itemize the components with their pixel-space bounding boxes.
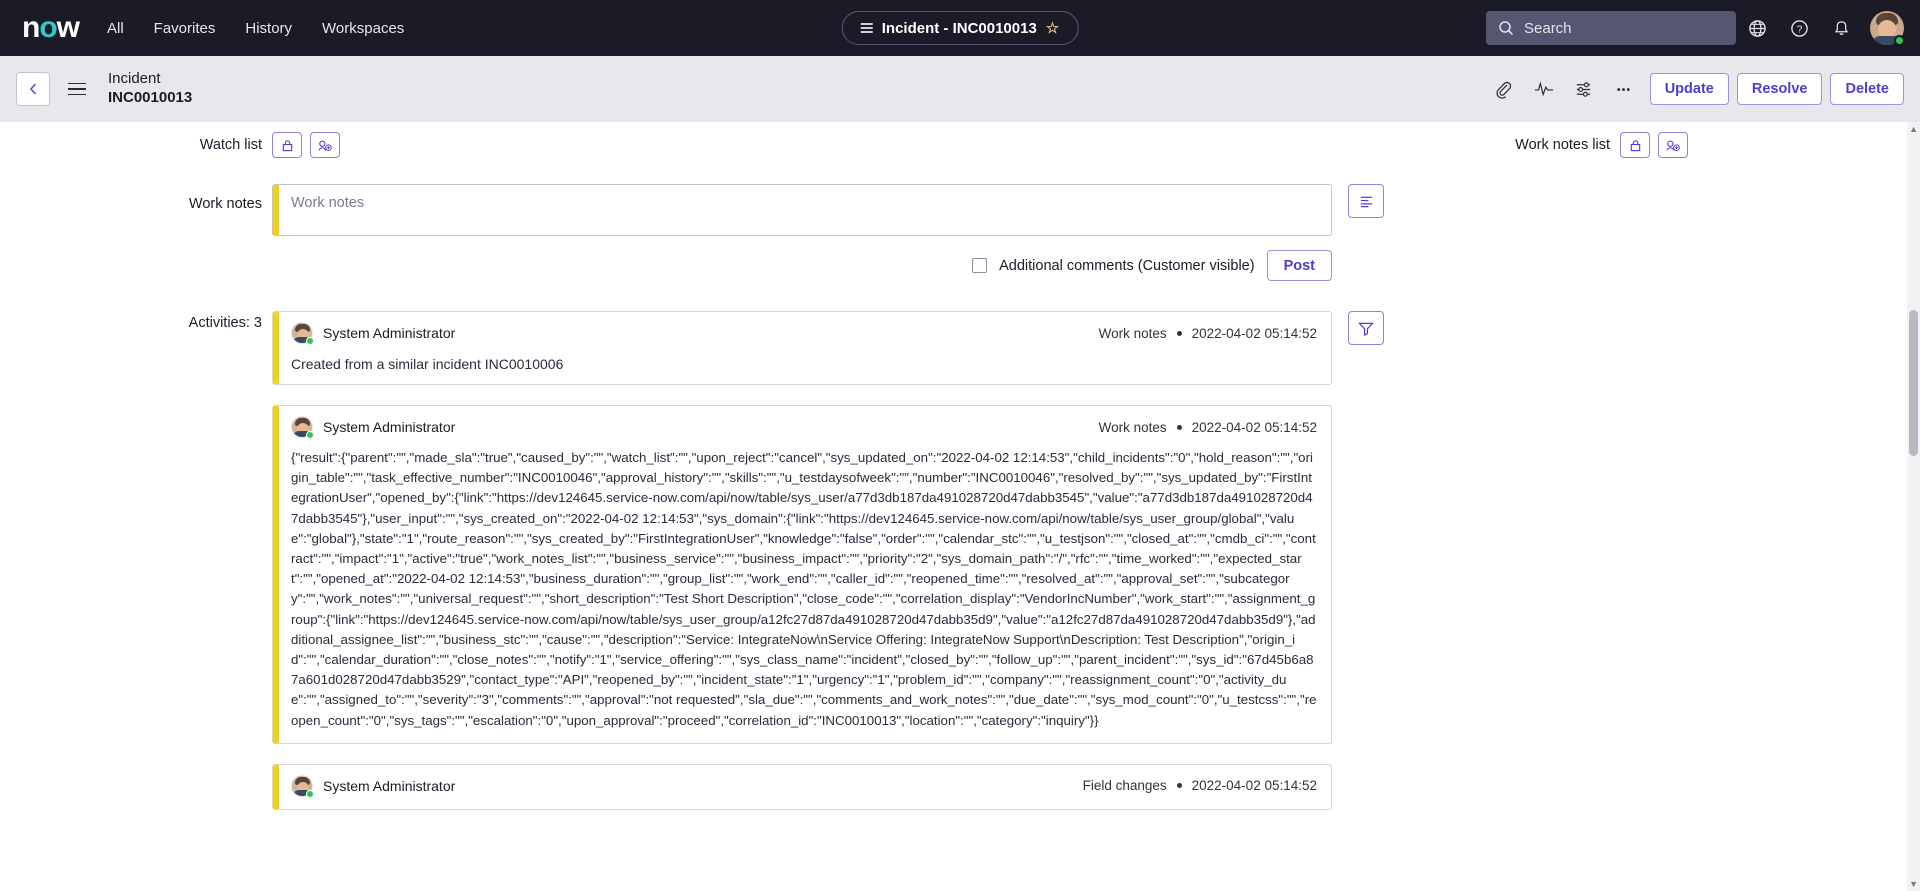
back-button[interactable] bbox=[16, 72, 50, 106]
filter-icon[interactable] bbox=[1348, 311, 1384, 345]
entry-timestamp: 2022-04-02 05:14:52 bbox=[1191, 325, 1317, 341]
online-status-dot bbox=[306, 431, 314, 439]
scroll-down-arrow[interactable]: ▼ bbox=[1909, 879, 1918, 889]
search-input[interactable]: Search bbox=[1524, 20, 1572, 37]
list-icon bbox=[860, 23, 873, 33]
entry-text: Created from a similar incident INC00100… bbox=[291, 356, 564, 372]
hamburger-menu-icon[interactable] bbox=[68, 82, 86, 96]
activity-entry[interactable]: System Administrator Work notes 2022-04-… bbox=[272, 405, 1332, 744]
record-form-content: Watch list Work notes list Work notes Wo… bbox=[0, 122, 1920, 891]
nav-link-favorites[interactable]: Favorites bbox=[154, 20, 216, 37]
entry-user-name: System Administrator bbox=[323, 419, 456, 435]
entry-user-name: System Administrator bbox=[323, 777, 456, 794]
work-notes-label: Work notes bbox=[188, 196, 262, 212]
entry-header: System Administrator Work notes 2022-04-… bbox=[291, 416, 1317, 439]
record-toolbar: Incident INC0010013 Update Resolve Delet… bbox=[0, 56, 1920, 122]
entry-meta: Work notes 2022-04-02 05:14:52 bbox=[1099, 420, 1317, 435]
separator-dot bbox=[1176, 330, 1182, 336]
help-icon[interactable]: ? bbox=[1778, 7, 1820, 49]
work-notes-list-add-user-icon[interactable] bbox=[1658, 132, 1688, 158]
separator-dot bbox=[1176, 783, 1182, 789]
nav-link-history[interactable]: History bbox=[245, 20, 292, 37]
delete-button[interactable]: Delete bbox=[1830, 73, 1904, 105]
activities-count-label: Activities: 3 bbox=[188, 315, 262, 331]
update-button[interactable]: Update bbox=[1649, 73, 1729, 105]
additional-comments-checkbox[interactable] bbox=[972, 258, 988, 273]
work-notes-row: Work notes Work notes bbox=[0, 184, 1920, 236]
entry-timestamp: 2022-04-02 05:14:52 bbox=[1191, 778, 1317, 794]
entry-meta: Field changes 2022-04-02 05:14:52 bbox=[1083, 778, 1317, 793]
nav-link-all[interactable]: All bbox=[107, 20, 124, 37]
entry-user-name: System Administrator bbox=[323, 325, 456, 341]
work-notes-list-buttons bbox=[1620, 132, 1920, 158]
chevron-left-icon bbox=[29, 83, 36, 95]
work-notes-list-label: Work notes list bbox=[1515, 137, 1610, 153]
primary-nav-links: All Favorites History Workspaces bbox=[107, 20, 404, 37]
activity-pulse-icon[interactable] bbox=[1526, 71, 1562, 107]
top-navigation-bar: now All Favorites History Workspaces Inc… bbox=[0, 0, 1920, 56]
entry-body: System Administrator Field changes 2022-… bbox=[279, 765, 1331, 809]
watch-list-lock-icon[interactable] bbox=[272, 132, 302, 158]
servicenow-logo[interactable]: now bbox=[22, 11, 80, 44]
page-title: Incident INC0010013 bbox=[108, 70, 192, 108]
logo-text-o: o bbox=[39, 11, 57, 44]
online-status-dot bbox=[1894, 35, 1905, 46]
notifications-bell-icon[interactable] bbox=[1820, 7, 1862, 49]
separator-dot bbox=[1176, 424, 1182, 430]
entry-avatar bbox=[291, 322, 314, 345]
avatar[interactable] bbox=[1870, 11, 1905, 46]
entry-type: Work notes bbox=[1098, 419, 1167, 435]
entry-type: Work notes bbox=[1098, 325, 1167, 341]
record-title-pill[interactable]: Incident - INC0010013 ☆ bbox=[841, 11, 1079, 45]
watch-list-row: Watch list Work notes list bbox=[0, 122, 1920, 158]
entry-timestamp: 2022-04-02 05:14:52 bbox=[1191, 419, 1317, 435]
activity-entry[interactable]: System Administrator Field changes 2022-… bbox=[272, 763, 1332, 810]
nav-right-cluster: Search ? bbox=[1486, 7, 1905, 49]
globe-icon[interactable] bbox=[1736, 7, 1778, 49]
page-title-line2: INC0010013 bbox=[108, 89, 193, 106]
online-status-dot bbox=[306, 789, 314, 798]
entry-type: Field changes bbox=[1082, 778, 1167, 794]
entry-meta: Work notes 2022-04-02 05:14:52 bbox=[1099, 326, 1317, 341]
entry-header: System Administrator Work notes 2022-04-… bbox=[291, 322, 1317, 345]
svg-text:?: ? bbox=[1796, 24, 1802, 35]
attachment-paperclip-icon[interactable] bbox=[1486, 71, 1522, 107]
activity-stream: System Administrator Work notes 2022-04-… bbox=[272, 311, 1332, 830]
more-options-icon[interactable] bbox=[1606, 71, 1642, 107]
search-box[interactable]: Search bbox=[1486, 11, 1736, 45]
star-icon[interactable]: ☆ bbox=[1046, 19, 1059, 37]
toolbar-actions: Update Resolve Delete bbox=[1486, 71, 1904, 107]
watch-list-label: Watch list bbox=[199, 137, 262, 153]
work-notes-input[interactable]: Work notes bbox=[279, 185, 1331, 235]
work-notes-field[interactable]: Work notes bbox=[272, 184, 1332, 236]
entry-header: System Administrator Field changes 2022-… bbox=[291, 774, 1317, 798]
entry-avatar bbox=[291, 416, 314, 439]
activities-section: Activities: 3 System Administrator Work … bbox=[0, 311, 1920, 830]
personalize-sliders-icon[interactable] bbox=[1566, 71, 1602, 107]
text-format-icon[interactable] bbox=[1348, 184, 1384, 218]
record-pill-title: Incident - INC0010013 bbox=[881, 19, 1037, 37]
page-title-line1: Incident bbox=[108, 70, 161, 88]
work-notes-list-lock-icon[interactable] bbox=[1620, 132, 1650, 158]
entry-body: System Administrator Work notes 2022-04-… bbox=[279, 406, 1331, 743]
online-status-dot bbox=[306, 337, 314, 345]
entry-body: System Administrator Work notes 2022-04-… bbox=[279, 312, 1331, 384]
logo-text-w: w bbox=[56, 11, 80, 44]
vertical-scrollbar[interactable]: ▲ ▼ bbox=[1907, 122, 1920, 891]
activity-entry[interactable]: System Administrator Work notes 2022-04-… bbox=[272, 311, 1332, 385]
search-icon bbox=[1499, 21, 1514, 36]
additional-comments-label: Additional comments (Customer visible) bbox=[999, 257, 1255, 274]
resolve-button[interactable]: Resolve bbox=[1736, 73, 1823, 105]
post-button[interactable]: Post bbox=[1266, 250, 1332, 281]
nav-link-workspaces[interactable]: Workspaces bbox=[322, 20, 404, 37]
entry-avatar bbox=[291, 774, 314, 798]
entry-json-payload: {"result":{"parent":"","made_sla":"true"… bbox=[291, 450, 1317, 728]
scroll-up-arrow[interactable]: ▲ bbox=[1909, 124, 1918, 134]
post-row: Additional comments (Customer visible) P… bbox=[272, 250, 1332, 281]
watch-list-add-user-icon[interactable] bbox=[310, 132, 340, 158]
logo-text-n: n bbox=[22, 11, 40, 44]
scrollbar-thumb[interactable] bbox=[1909, 310, 1918, 456]
